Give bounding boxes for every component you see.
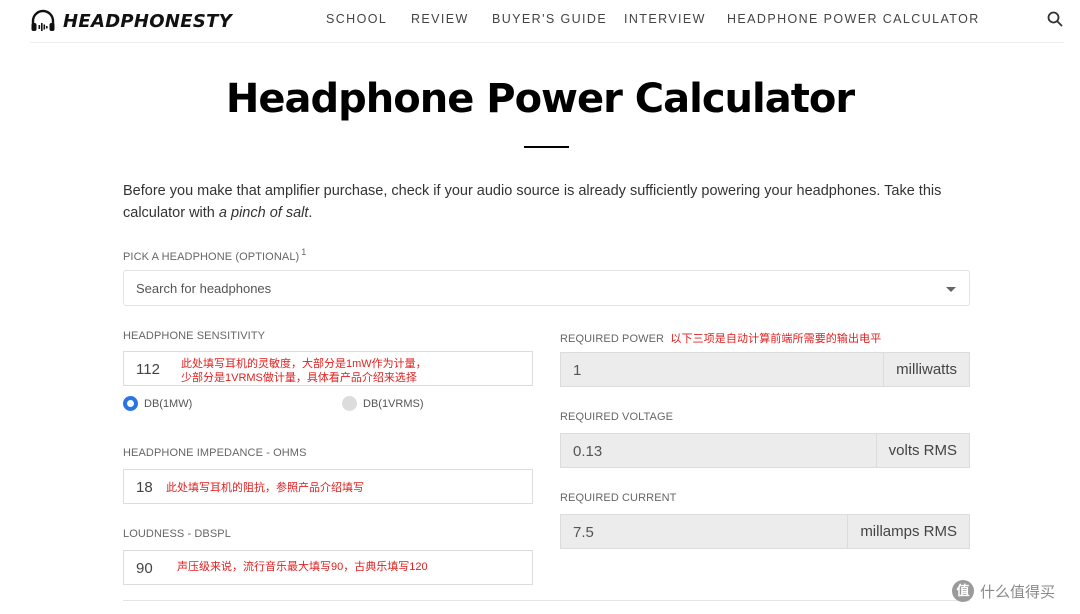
required-voltage-value: 0.13	[573, 443, 603, 460]
radio-unselected-icon	[342, 396, 357, 411]
required-power-value: 1	[573, 362, 582, 379]
headphone-search-placeholder: Search for headphones	[136, 281, 272, 296]
page-title: Headphone Power Calculator	[225, 76, 855, 122]
intro-text-end: .	[308, 205, 313, 221]
required-current-label: REQUIRED CURRENT	[560, 492, 677, 504]
pick-headphone-label-text: PICK A HEADPHONE (OPTIONAL)	[123, 251, 300, 263]
sensitivity-input[interactable]: 112 此处填写耳机的灵敏度，大部分是1mW作为计量， 少部分是1VRMS做计量，…	[123, 351, 533, 386]
nav-review[interactable]: REVIEW	[411, 12, 469, 26]
required-power-label: REQUIRED POWER 以下三项是自动计算前端所需要的输出电平	[560, 330, 881, 346]
sensitivity-annotation: 此处填写耳机的灵敏度，大部分是1mW作为计量， 少部分是1VRMS做计量，具体看产…	[181, 357, 427, 385]
nav-school[interactable]: SCHOOL	[326, 12, 387, 26]
loudness-input[interactable]: 90 声压级来说，流行音乐最大填写90，古典乐填写120	[123, 550, 533, 585]
sensitivity-value: 112	[136, 361, 160, 378]
impedance-annotation: 此处填写耳机的阻抗，参照产品介绍填写	[166, 482, 364, 494]
header-divider	[30, 42, 1064, 43]
sensitivity-annotation-line-1: 此处填写耳机的灵敏度，大部分是1mW作为计量，	[181, 358, 427, 370]
radio-db-1vrms[interactable]: DB(1VRMS)	[342, 396, 424, 411]
intro-emphasis: a pinch of salt	[218, 205, 309, 221]
form-bottom-divider	[123, 600, 970, 601]
intro-text: Before you make that amplifier purchase,…	[123, 180, 963, 224]
required-power-output: 1 milliwatts	[560, 352, 970, 387]
required-power-unit: milliwatts	[883, 353, 969, 386]
search-icon[interactable]	[1046, 10, 1064, 28]
required-current-value: 7.5	[573, 524, 594, 541]
impedance-value: 18	[136, 479, 153, 496]
required-current-output: 7.5 millamps RMS	[560, 514, 970, 549]
sensitivity-annotation-line-2: 少部分是1VRMS做计量，具体看产品介绍来选择	[181, 372, 417, 384]
outputs-annotation: 以下三项是自动计算前端所需要的输出电平	[670, 333, 882, 345]
sensitivity-label: HEADPHONE SENSITIVITY	[123, 330, 266, 342]
watermark-text: 什么值得买	[980, 583, 1056, 601]
nav-buyers-guide[interactable]: BUYER'S GUIDE	[492, 12, 607, 26]
main-nav: SCHOOL REVIEW BUYER'S GUIDE INTERVIEW HE…	[0, 12, 1080, 28]
required-current-unit: millamps RMS	[847, 515, 969, 548]
chevron-down-icon	[946, 287, 956, 292]
impedance-label: HEADPHONE IMPEDANCE - OHMS	[123, 447, 307, 459]
site-watermark: 值 什么值得买	[952, 580, 1055, 602]
required-voltage-unit: volts RMS	[875, 434, 969, 467]
watermark-badge: 值	[952, 580, 974, 602]
radio-db-1vrms-label: DB(1VRMS)	[363, 397, 424, 410]
loudness-annotation: 声压级来说，流行音乐最大填写90，古典乐填写120	[177, 561, 428, 573]
radio-db-1mw-label: DB(1MW)	[144, 397, 193, 410]
impedance-input[interactable]: 18 此处填写耳机的阻抗，参照产品介绍填写	[123, 469, 533, 504]
pick-headphone-label: PICK A HEADPHONE (OPTIONAL) 1	[123, 247, 306, 263]
loudness-value: 90	[136, 560, 153, 577]
radio-db-1mw[interactable]: DB(1MW)	[123, 396, 192, 411]
nav-interview[interactable]: INTERVIEW	[624, 12, 706, 26]
headphone-search-select[interactable]: Search for headphones	[123, 270, 970, 306]
radio-selected-icon	[123, 396, 138, 411]
required-power-label-text: REQUIRED POWER	[560, 333, 665, 345]
footnote-marker[interactable]: 1	[301, 247, 306, 257]
site-header: HEADPHONESTY SCHOOL REVIEW BUYER'S GUIDE…	[0, 0, 1080, 43]
loudness-label: LOUDNESS - DBSPL	[123, 528, 231, 540]
required-voltage-label: REQUIRED VOLTAGE	[560, 411, 674, 423]
nav-power-calculator[interactable]: HEADPHONE POWER CALCULATOR	[727, 12, 980, 26]
required-voltage-output: 0.13 volts RMS	[560, 433, 970, 468]
title-underline	[524, 146, 569, 148]
